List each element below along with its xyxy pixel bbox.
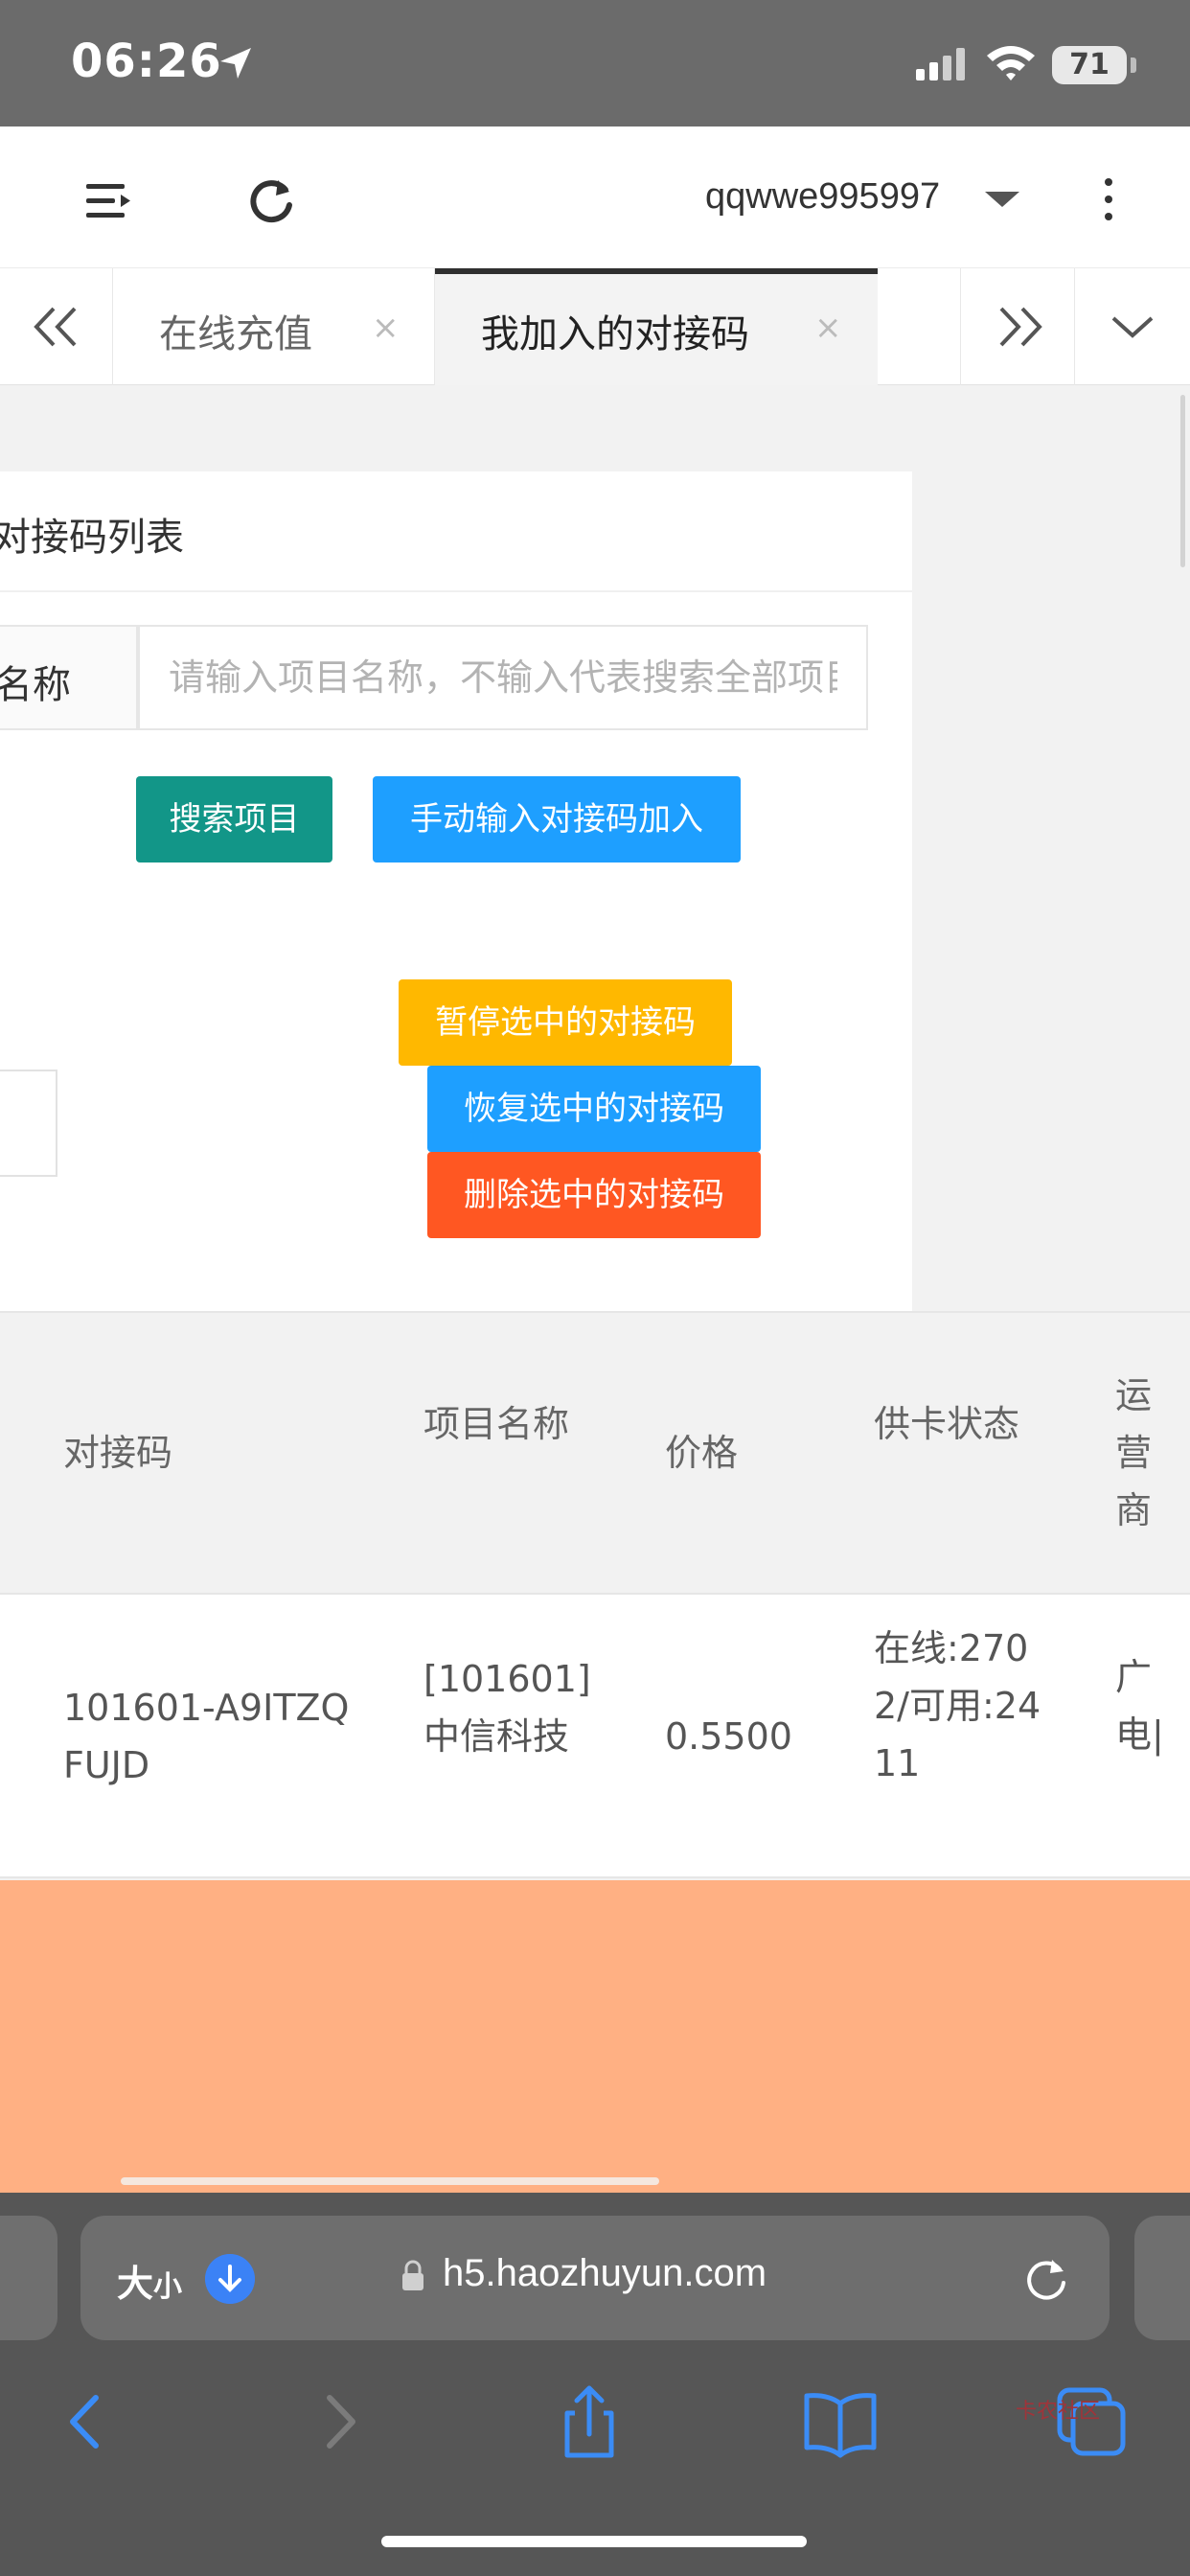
url-text[interactable]: h5.haozhuyun.com <box>443 2252 767 2295</box>
more-vertical-icon[interactable] <box>1102 178 1115 226</box>
double-chevron-right-icon <box>999 307 1042 347</box>
address-bar[interactable]: 大小 h5.haozhuyun.com <box>80 2216 1110 2340</box>
header-project-name: 项目名称 <box>423 1403 570 1445</box>
cell-code: 101601-A9ITZQFUJD <box>63 1687 350 1786</box>
chevron-down-icon <box>1111 316 1154 338</box>
battery-indicator: 71 <box>1052 46 1127 84</box>
tab-online-recharge[interactable]: 在线充值 × <box>113 268 435 385</box>
card-title: 对接码列表 <box>0 516 184 560</box>
tab-close-icon[interactable]: × <box>372 309 400 347</box>
previous-tab-preview[interactable] <box>0 2216 57 2340</box>
code-list-card: 对接码列表 名称 搜索项目 手动输入对接码加入 暂停选中的对接码 恢复选中的对接… <box>0 472 912 1311</box>
chevron-down-icon[interactable] <box>985 192 1019 207</box>
cell-project-name: [101601]中信科技 <box>423 1658 591 1758</box>
project-search-input[interactable] <box>138 625 868 730</box>
back-arrow-icon[interactable] <box>42 2379 128 2465</box>
username-dropdown[interactable]: qqwwe995997 <box>705 176 940 218</box>
home-indicator <box>381 2536 807 2547</box>
refresh-icon[interactable] <box>247 176 295 224</box>
pause-selected-button[interactable]: 暂停选中的对接码 <box>399 979 732 1066</box>
tab-scroll-right-button[interactable] <box>960 268 1075 385</box>
location-arrow-icon <box>220 48 251 79</box>
status-time: 06:26 <box>71 34 222 88</box>
watermark: 卡农社区 <box>1016 2400 1101 2424</box>
text-size-button[interactable]: 大小 <box>117 2254 182 2307</box>
tab-close-icon[interactable]: × <box>814 309 842 347</box>
download-icon[interactable] <box>205 2254 255 2304</box>
double-chevron-left-icon <box>34 307 77 347</box>
manual-add-code-button[interactable]: 手动输入对接码加入 <box>373 776 741 862</box>
search-label-cell: 名称 <box>0 625 138 730</box>
tab-my-joined-codes[interactable]: 我加入的对接码 × <box>435 268 878 385</box>
search-project-button[interactable]: 搜索项目 <box>136 776 332 862</box>
wifi-icon <box>987 46 1035 80</box>
divider <box>0 590 912 592</box>
resume-selected-button[interactable]: 恢复选中的对接码 <box>427 1066 761 1152</box>
tab-scroll-left-button[interactable] <box>0 268 113 385</box>
header-code: 对接码 <box>63 1432 173 1474</box>
table-row[interactable]: 101601-A9ITZQFUJD [101601]中信科技 0.5500 在线… <box>0 1595 1190 1878</box>
admin-header: qqwwe995997 <box>0 126 1190 268</box>
text-size-large: 大 <box>117 2263 154 2305</box>
tab-label: 在线充值 <box>159 312 312 356</box>
cell-operator: 广电| <box>1115 1656 1164 1756</box>
share-icon[interactable] <box>546 2379 632 2465</box>
battery-nub <box>1131 58 1136 73</box>
delete-selected-button[interactable]: 删除选中的对接码 <box>427 1152 761 1238</box>
header-operator: 运营商 <box>1115 1374 1153 1531</box>
horizontal-scrollbar <box>121 2177 659 2185</box>
text-size-small: 小 <box>153 2270 183 2304</box>
cellular-signal-icon <box>916 48 965 80</box>
reload-icon[interactable] <box>1019 2252 1073 2306</box>
next-tab-preview[interactable] <box>1134 2216 1190 2340</box>
cell-price: 0.5500 <box>665 1715 792 1758</box>
tab-bar: 在线充值 × 我加入的对接码 × <box>0 268 1190 385</box>
bookmarks-icon[interactable] <box>797 2379 883 2465</box>
browser-toolbar: 大小 h5.haozhuyun.com <box>0 2193 1190 2576</box>
table-header: 对接码 项目名称 价格 供卡状态 运营商 <box>0 1311 1190 1595</box>
search-label: 名称 <box>0 663 71 707</box>
select-box[interactable] <box>0 1070 57 1177</box>
lock-icon <box>402 2260 423 2290</box>
tab-menu-button[interactable] <box>1075 268 1190 385</box>
page-footer-area <box>0 1880 1190 2193</box>
header-price: 价格 <box>665 1432 739 1474</box>
tab-label: 我加入的对接码 <box>481 312 749 356</box>
status-bar: 06:26 71 <box>0 0 1190 126</box>
cell-supply-status: 在线:2702/可用:2411 <box>874 1627 1041 1784</box>
forward-arrow-icon[interactable] <box>297 2379 383 2465</box>
header-supply-status: 供卡状态 <box>874 1403 1020 1445</box>
scrollbar[interactable] <box>1180 395 1185 567</box>
menu-toggle-icon[interactable] <box>86 182 130 220</box>
